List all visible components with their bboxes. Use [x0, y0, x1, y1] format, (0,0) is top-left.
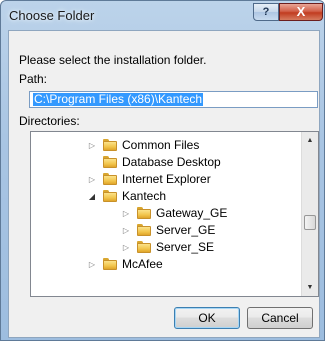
tree-item-server-ge[interactable]: ▷ Server_GE — [121, 222, 215, 238]
tree-item-label: Server_GE — [156, 223, 216, 237]
instruction-text: Please select the installation folder. — [19, 53, 207, 67]
folder-icon — [137, 207, 151, 219]
tree-item-label: Database Desktop — [122, 155, 221, 169]
expand-arrow-icon[interactable]: ▷ — [87, 260, 97, 269]
dialog-body: Please select the installation folder. P… — [8, 30, 320, 338]
cancel-button[interactable]: Cancel — [247, 307, 313, 329]
choose-folder-window: Choose Folder ? X Please select the inst… — [0, 0, 325, 341]
scroll-up-arrow-icon[interactable]: ▲ — [302, 132, 318, 149]
folder-icon — [103, 258, 117, 270]
expand-arrow-icon[interactable]: ▷ — [121, 209, 131, 218]
scroll-thumb[interactable] — [304, 215, 316, 230]
folder-icon — [137, 224, 151, 236]
tree-item-gateway-ge[interactable]: ▷ Gateway_GE — [121, 205, 227, 221]
tree-item-database-desktop[interactable]: Database Desktop — [87, 154, 221, 170]
folder-icon — [103, 190, 117, 202]
folder-icon — [137, 241, 151, 253]
title-bar[interactable]: Choose Folder ? X — [1, 1, 324, 31]
directories-label: Directories: — [19, 114, 80, 128]
tree-item-label: Common Files — [122, 138, 200, 152]
path-label: Path: — [19, 72, 48, 86]
expand-arrow-icon[interactable]: ▷ — [121, 226, 131, 235]
expand-arrow-icon[interactable]: ▷ — [121, 243, 131, 252]
tree-item-label: Server_SE — [156, 240, 215, 254]
path-input[interactable]: C:\Program Files (x86)\Kantech — [29, 91, 318, 108]
folder-icon — [103, 139, 117, 151]
path-input-value: C:\Program Files (x86)\Kantech — [33, 92, 204, 106]
scroll-down-arrow-icon[interactable]: ▼ — [302, 279, 318, 296]
tree-item-kantech[interactable]: ◢ Kantech — [87, 188, 166, 204]
collapse-arrow-icon[interactable]: ◢ — [87, 192, 97, 201]
help-button[interactable]: ? — [253, 3, 279, 21]
tree-item-label: Kantech — [122, 189, 167, 203]
close-button[interactable]: X — [279, 3, 323, 21]
expand-arrow-icon[interactable]: ▷ — [87, 175, 97, 184]
directory-tree[interactable]: ▷ Common Files Database Desktop ▷ Intern… — [30, 131, 319, 297]
expand-arrow-icon[interactable]: ▷ — [87, 141, 97, 150]
tree-item-server-se[interactable]: ▷ Server_SE — [121, 239, 214, 255]
folder-icon — [103, 173, 117, 185]
window-title: Choose Folder — [9, 8, 95, 23]
tree-item-mcafee[interactable]: ▷ McAfee — [87, 256, 163, 272]
tree-item-label: Internet Explorer — [122, 172, 211, 186]
tree-item-label: Gateway_GE — [156, 206, 228, 220]
tree-item-internet-explorer[interactable]: ▷ Internet Explorer — [87, 171, 211, 187]
tree-scrollbar[interactable]: ▲ ▼ — [301, 132, 318, 296]
tree-item-label: McAfee — [122, 257, 163, 271]
tree-item-common-files[interactable]: ▷ Common Files — [87, 137, 199, 153]
ok-button[interactable]: OK — [174, 307, 240, 329]
folder-icon — [103, 156, 117, 168]
